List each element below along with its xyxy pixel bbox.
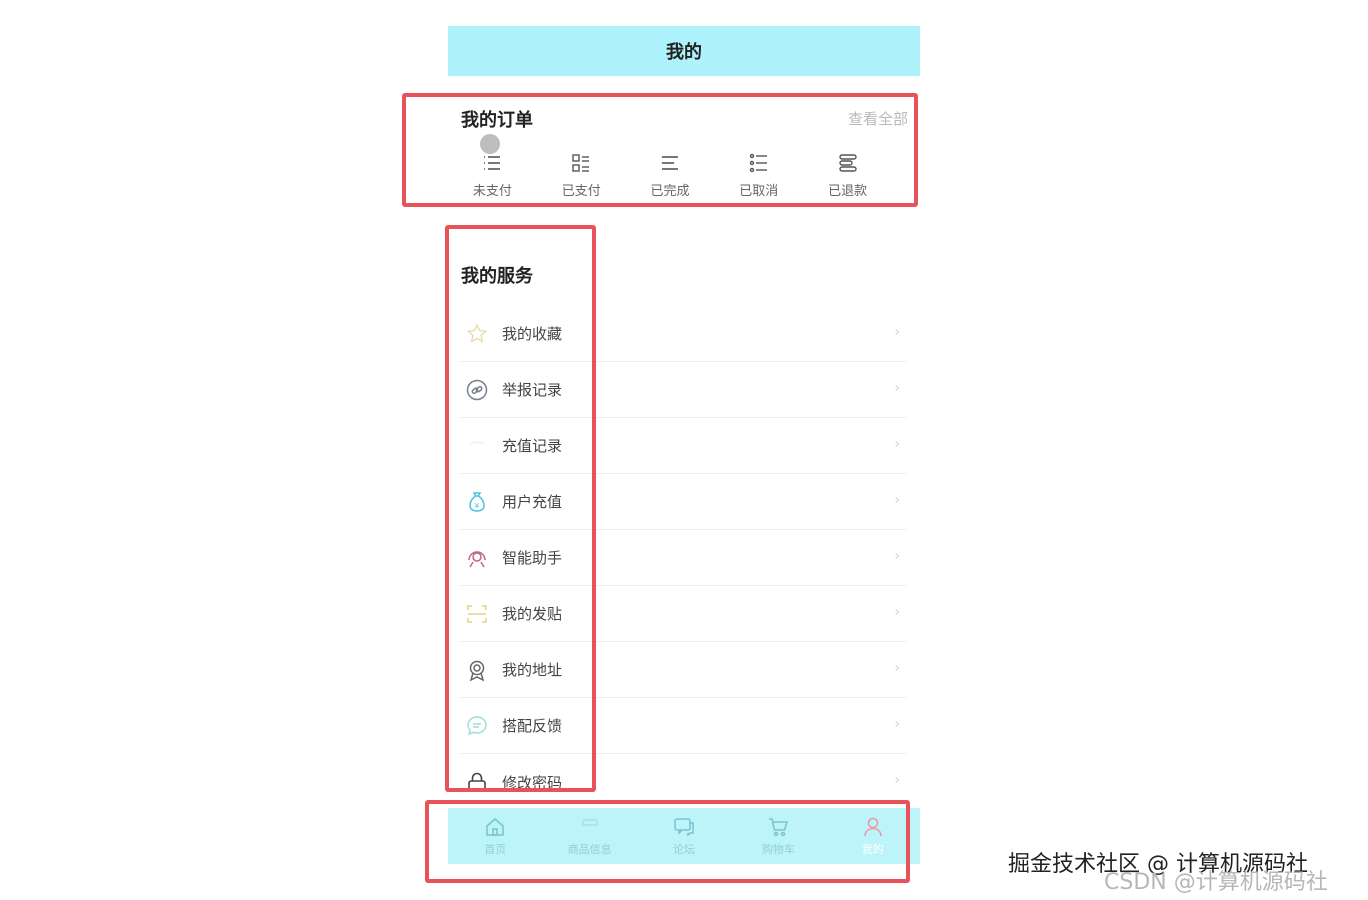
user-icon <box>863 817 882 837</box>
service-smart-assistant[interactable]: 智能助手 › <box>460 530 906 586</box>
order-status-list: 未支付 已支付 已完成 已取消 已退款 <box>448 152 920 199</box>
lines-icon <box>661 156 678 170</box>
service-favorites[interactable]: 我的收藏 › <box>460 306 906 362</box>
page-title: 我的 <box>666 42 702 63</box>
grid-list-icon <box>572 154 590 172</box>
forum-icon <box>674 818 694 837</box>
services-list: 我的收藏 › 举报记录 › 充值记录 › ¥ 用户充值 › 智能助手 › 我的发… <box>460 306 906 810</box>
tab-goods-label: 商品信息 <box>567 843 612 856</box>
chat-bubble-icon <box>464 713 490 739</box>
order-paid-label: 已支付 <box>561 184 601 199</box>
service-recharge-records[interactable]: 充值记录 › <box>460 418 906 474</box>
service-reports-label: 举报记录 <box>502 381 563 399</box>
headset-icon <box>464 545 490 571</box>
phone-screen: 我的 我的订单 查看全部 未支付 已支付 已完成 已取消 已退款 我的服务 我的… <box>448 24 920 864</box>
page-header: 我的 <box>448 26 920 76</box>
service-outfit-feedback[interactable]: 搭配反馈 › <box>460 698 906 754</box>
chevron-right-icon: › <box>894 492 900 508</box>
watermark-csdn: CSDN @计算机源码社 <box>1104 870 1328 895</box>
lock-icon <box>464 769 490 795</box>
service-change-password-label: 修改密码 <box>502 773 563 792</box>
service-outfit-feedback-label: 搭配反馈 <box>502 717 563 735</box>
service-change-password[interactable]: 修改密码 › <box>460 754 906 810</box>
order-cancelled[interactable]: 已取消 <box>714 152 803 199</box>
service-favorites-label: 我的收藏 <box>502 325 563 343</box>
chevron-right-icon: › <box>894 660 900 676</box>
tab-goods[interactable]: 商品信息 <box>543 815 637 857</box>
list-icon <box>484 156 501 170</box>
service-my-posts-label: 我的发贴 <box>502 605 563 623</box>
order-refunded[interactable]: 已退款 <box>803 152 892 199</box>
money-bag-icon: ¥ <box>464 489 490 515</box>
orders-title: 我的订单 <box>461 110 533 131</box>
tab-mine[interactable]: 我的 <box>826 815 920 857</box>
dot-list-icon <box>749 153 767 173</box>
tab-home[interactable]: 首页 <box>448 815 542 857</box>
service-user-recharge[interactable]: ¥ 用户充值 › <box>460 474 906 530</box>
order-completed[interactable]: 已完成 <box>626 152 715 199</box>
service-my-address[interactable]: 我的地址 › <box>460 642 906 698</box>
stack-icon <box>838 154 857 172</box>
order-unpaid-label: 未支付 <box>472 184 512 199</box>
order-refunded-label: 已退款 <box>828 184 868 199</box>
chevron-right-icon: › <box>894 324 900 340</box>
chevron-right-icon: › <box>894 604 900 620</box>
scan-frame-icon <box>464 601 490 627</box>
order-unpaid[interactable]: 未支付 <box>448 152 537 199</box>
touch-indicator <box>480 134 500 154</box>
tab-forum[interactable]: 论坛 <box>637 815 731 857</box>
home-icon <box>486 817 504 836</box>
tab-cart-label: 购物车 <box>761 843 795 856</box>
svg-text:¥: ¥ <box>475 502 480 510</box>
service-reports[interactable]: 举报记录 › <box>460 362 906 418</box>
services-title: 我的服务 <box>461 266 533 287</box>
chevron-right-icon: › <box>894 716 900 732</box>
star-icon <box>464 321 490 347</box>
tab-forum-label: 论坛 <box>672 843 695 856</box>
tab-home-label: 首页 <box>484 843 507 856</box>
service-my-posts[interactable]: 我的发贴 › <box>460 586 906 642</box>
orders-section: 我的订单 查看全部 未支付 已支付 已完成 已取消 已退款 <box>448 96 920 206</box>
bottom-tab-bar: 首页 商品信息 论坛 购物车 我的 <box>448 808 920 864</box>
chevron-right-icon: › <box>894 548 900 564</box>
tab-cart[interactable]: 购物车 <box>731 815 825 857</box>
service-recharge-records-label: 充值记录 <box>502 437 563 455</box>
chevron-right-icon: › <box>894 436 900 452</box>
goods-icon <box>580 819 599 826</box>
service-smart-assistant-label: 智能助手 <box>502 549 563 567</box>
link-icon <box>464 377 490 403</box>
wallet-icon <box>464 433 490 459</box>
order-cancelled-label: 已取消 <box>739 184 779 199</box>
service-user-recharge-label: 用户充值 <box>502 493 563 511</box>
badge-icon <box>464 657 490 683</box>
cart-icon <box>769 818 789 837</box>
chevron-right-icon: › <box>894 772 900 788</box>
service-my-address-label: 我的地址 <box>502 661 563 679</box>
tab-mine-label: 我的 <box>861 843 884 856</box>
view-all-orders-link[interactable]: 查看全部 <box>848 108 908 129</box>
order-paid[interactable]: 已支付 <box>537 152 626 199</box>
chevron-right-icon: › <box>894 380 900 396</box>
order-completed-label: 已完成 <box>650 184 690 199</box>
